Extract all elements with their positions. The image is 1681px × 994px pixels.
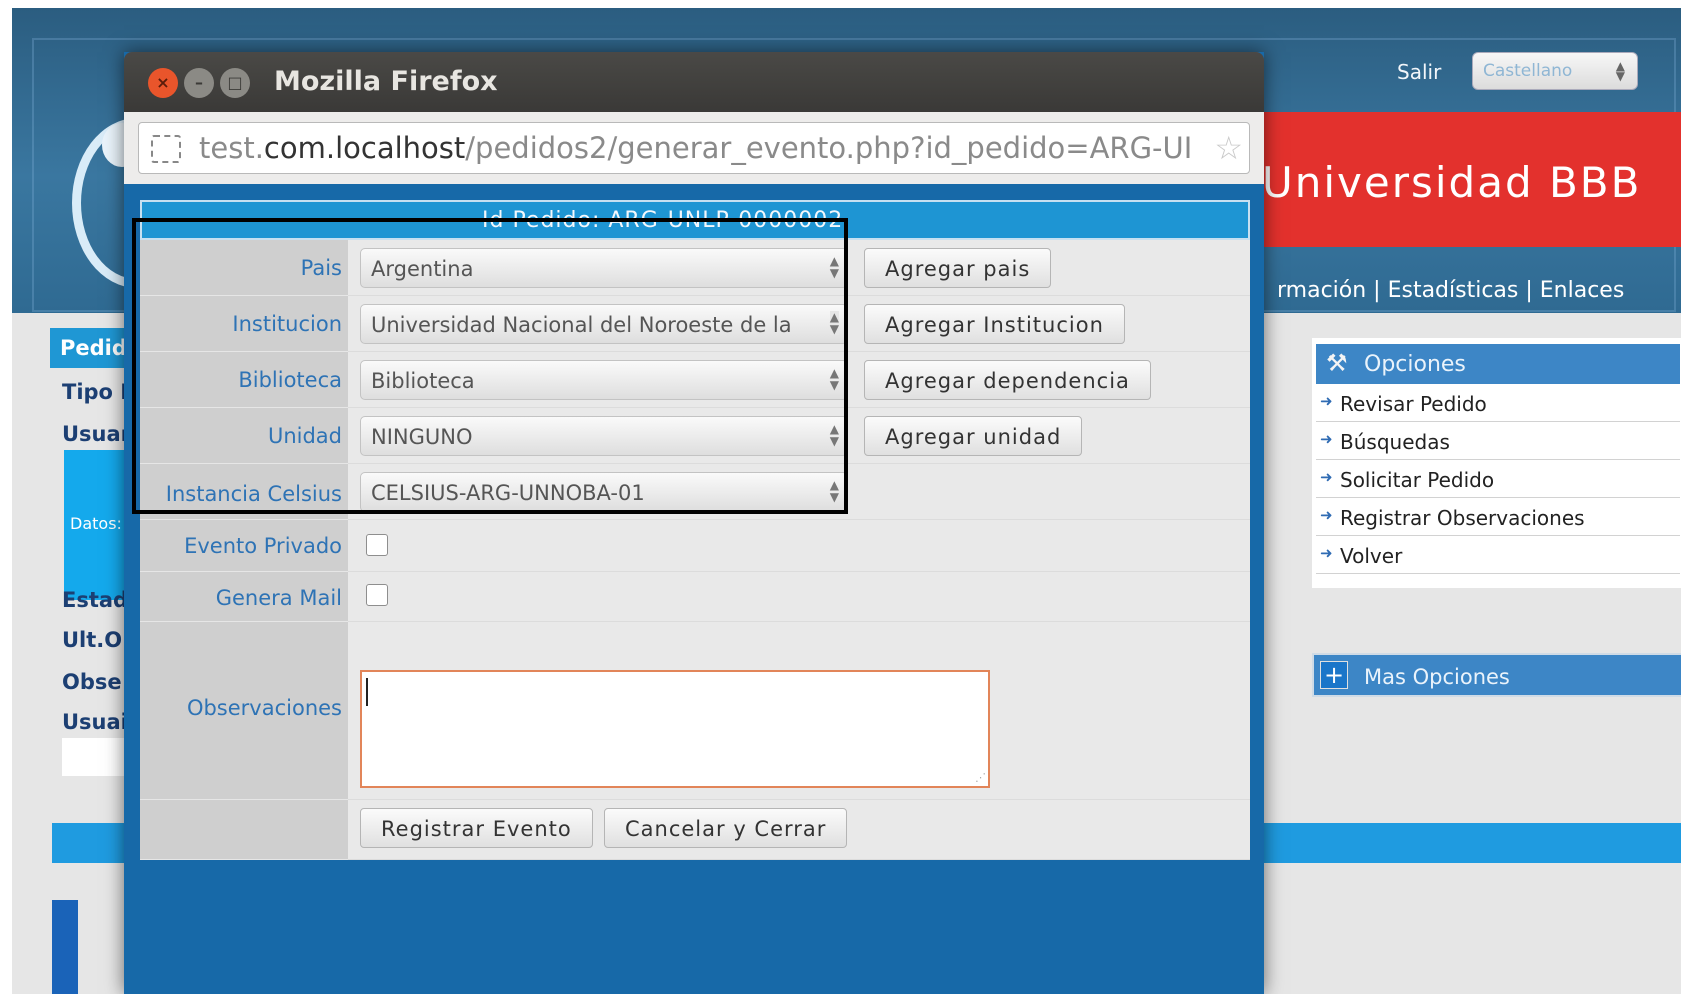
window-titlebar[interactable]: × – □ Mozilla Firefox [124,52,1264,112]
biblioteca-select-value: Biblioteca [371,369,475,393]
genera-mail-checkbox[interactable] [366,584,388,606]
option-label: Revisar Pedido [1340,392,1487,416]
arrow-right-icon: ➜ [1320,430,1333,448]
registrar-evento-button[interactable]: Registrar Evento [360,808,593,848]
select-arrows-icon: ▲ ▼ [1615,59,1625,83]
evento-privado-label-cell: Evento Privado [140,520,348,572]
unidad-label-cell: Unidad [140,408,348,464]
event-form: Id Pedido: ARG-UNLP-0000002 Pais Argenti… [140,200,1250,860]
option-volver[interactable]: ➜ Volver [1316,536,1680,574]
order-state-label: Estad [62,588,129,612]
options-panel-title: Opciones [1364,352,1466,377]
evento-privado-label: Evento Privado [184,534,342,558]
select-arrows-icon: ▲ ▼ [829,310,839,336]
instancia-select-value: CELSIUS-ARG-UNNOBA-01 [371,481,645,505]
url-domain: com.localhost [263,131,466,165]
observaciones-textarea[interactable]: ⋰ [360,670,990,788]
pais-select-value: Argentina [371,257,474,281]
arrow-right-icon: ➜ [1320,392,1333,410]
option-label: Solicitar Pedido [1340,468,1495,492]
unidad-label: Unidad [267,424,342,448]
pais-label: Pais [300,256,342,280]
institucion-select-value: Universidad Nacional del Noroeste de la [371,313,792,337]
option-registrar-observaciones[interactable]: ➜ Registrar Observaciones [1316,498,1680,536]
select-arrows-icon: ▲ ▼ [829,254,839,280]
order-observations-label: Obse [62,670,122,694]
order-id-bar: Id Pedido: ARG-UNLP-0000002 [140,200,1250,240]
instancia-label-cell: Instancia Celsius [140,464,348,520]
genera-mail-label-cell: Genera Mail [140,572,348,622]
logout-link[interactable]: Salir [1397,60,1441,84]
cancelar-cerrar-button[interactable]: Cancelar y Cerrar [604,808,848,848]
option-label: Registrar Observaciones [1340,506,1585,530]
brand-title: Universidad BBB [1262,158,1642,207]
evento-privado-checkbox[interactable] [366,534,388,556]
order-heading: Pedid [60,336,127,360]
arrow-right-icon: ➜ [1320,544,1333,562]
close-window-button[interactable]: × [148,68,178,98]
header-nav-links[interactable]: rmación | Estadísticas | Enlaces [1277,278,1624,303]
text-caret [366,678,368,706]
unidad-select[interactable]: NINGUNO ▲ ▼ [360,416,848,456]
more-options-title: Mas Opciones [1364,665,1510,689]
observaciones-label: Observaciones [186,696,342,720]
window-title: Mozilla Firefox [274,66,498,97]
url-path: /pedidos2/generar_evento.php?id_pedido=A… [465,131,1193,165]
location-toolbar: test.com.localhost/pedidos2/generar_even… [124,112,1264,184]
arrow-right-icon: ➜ [1320,468,1333,486]
agregar-pais-button[interactable]: Agregar pais [864,248,1052,288]
observaciones-label-cell: Observaciones [140,622,348,800]
tools-icon: ⚒ [1326,349,1348,377]
pais-select[interactable]: Argentina ▲ ▼ [360,248,848,288]
genera-mail-value-cell [348,572,1250,622]
url-text: test.com.localhost/pedidos2/generar_even… [199,131,1192,165]
option-busquedas[interactable]: ➜ Búsquedas [1316,422,1680,460]
bookmark-star-icon[interactable]: ☆ [1210,129,1243,167]
option-solicitar-pedido[interactable]: ➜ Solicitar Pedido [1316,460,1680,498]
options-panel-header: ⚒ Opciones [1316,344,1680,384]
minimize-window-button[interactable]: – [184,68,214,98]
institucion-label-cell: Institucion [140,296,348,352]
resize-grip-icon[interactable]: ⋰ [975,771,986,784]
biblioteca-label: Biblioteca [238,368,342,392]
order-user2-label: Usuai [62,710,128,734]
agregar-institucion-button[interactable]: Agregar Institucion [864,304,1125,344]
select-arrows-icon: ▲ ▼ [829,366,839,392]
option-label: Volver [1340,544,1403,568]
agregar-dependencia-button[interactable]: Agregar dependencia [864,360,1151,400]
instancia-select[interactable]: CELSIUS-ARG-UNNOBA-01 ▲ ▼ [360,472,848,512]
biblioteca-label-cell: Biblioteca [140,352,348,408]
order-last-op-label: Ult.O [62,628,123,652]
data-box-label: Datos: [70,514,122,533]
evento-privado-value-cell [348,520,1250,572]
unidad-select-value: NINGUNO [371,425,473,449]
firefox-popup-window: × – □ Mozilla Firefox test.com.localhost… [124,52,1264,994]
genera-mail-label: Genera Mail [215,586,342,610]
select-arrows-icon: ▲ ▼ [829,422,839,448]
instancia-label: Instancia Celsius [165,482,342,506]
order-user-label: Usuar [62,422,132,446]
option-revisar-pedido[interactable]: ➜ Revisar Pedido [1316,384,1680,422]
order-id-label: Id Pedido: ARG-UNLP-0000002 [482,208,844,233]
pais-label-cell: Pais [140,240,348,296]
agregar-unidad-button[interactable]: Agregar unidad [864,416,1083,456]
arrow-right-icon: ➜ [1320,506,1333,524]
url-prefix: test. [199,131,264,165]
institucion-select[interactable]: Universidad Nacional del Noroeste de la … [360,304,848,344]
institucion-label: Institucion [232,312,342,336]
maximize-window-button[interactable]: □ [220,68,250,98]
language-select-value: Castellano [1483,61,1573,81]
bottom-dark-block [52,900,78,994]
more-options-header[interactable]: + Mas Opciones [1312,653,1681,697]
url-bar[interactable]: test.com.localhost/pedidos2/generar_even… [138,122,1250,174]
biblioteca-select[interactable]: Biblioteca ▲ ▼ [360,360,848,400]
select-arrows-icon: ▲ ▼ [829,478,839,504]
page-identity-icon[interactable] [151,135,181,163]
buttons-label-cell [140,800,348,860]
plus-icon: + [1320,661,1348,689]
language-select[interactable]: Castellano ▲ ▼ [1472,52,1638,90]
option-label: Búsquedas [1340,430,1450,454]
